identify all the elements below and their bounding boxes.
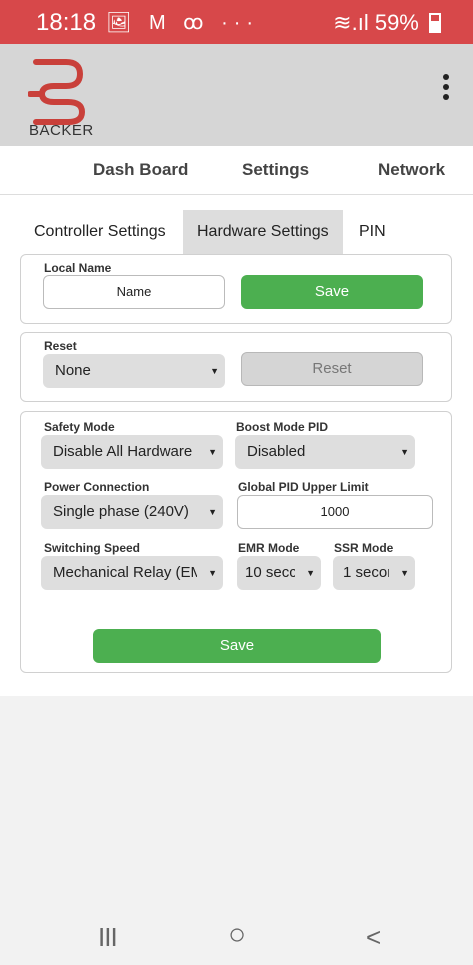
dropdown-arrow-icon: ▼ (400, 568, 409, 578)
ssr-mode-select[interactable]: 1 secor ▼ (333, 556, 415, 590)
dropdown-arrow-icon: ▼ (208, 507, 217, 517)
backer-logo-icon (28, 59, 86, 125)
switching-speed-label: Switching Speed (44, 541, 141, 555)
nav-tabs: Dash Board Settings Network (0, 146, 473, 195)
tab-network[interactable]: Network (378, 160, 445, 180)
ssr-mode-label: SSR Mode (334, 541, 394, 555)
emr-mode-select[interactable]: 10 secc ▼ (237, 556, 321, 590)
safety-mode-value: Disable All Hardware ( (53, 443, 197, 460)
reset-select-value: None (55, 362, 91, 379)
notification-icons: 🖼 M ꝏ ··· (106, 12, 260, 34)
status-bar: 18:18 🖼 M ꝏ ··· ≋.ıl 59% (0, 0, 473, 44)
local-name-input[interactable]: Name (43, 275, 225, 309)
power-connection-value: Single phase (240V) (53, 503, 189, 520)
dropdown-arrow-icon: ▼ (208, 447, 217, 457)
switching-speed-value: Mechanical Relay (EM (53, 564, 197, 581)
brand-name: BACKER (29, 122, 94, 139)
safety-mode-label: Safety Mode (44, 420, 115, 434)
app-bar: BACKER (0, 44, 473, 146)
emr-mode-value: 10 secc (245, 564, 295, 581)
subtab-hardware-settings[interactable]: Hardware Settings (183, 210, 343, 254)
reset-label: Reset (44, 339, 77, 353)
dropdown-arrow-icon: ▼ (400, 447, 409, 457)
reset-card: Reset None ▼ Reset (20, 332, 452, 402)
battery-icon (429, 13, 441, 33)
back-icon[interactable]: < (366, 922, 381, 953)
reset-button[interactable]: Reset (241, 352, 423, 386)
status-right: ≋.ıl 59% (333, 10, 441, 36)
boost-mode-pid-label: Boost Mode PID (236, 420, 328, 434)
power-connection-select[interactable]: Single phase (240V) ▼ (41, 495, 223, 529)
boost-mode-pid-select[interactable]: Disabled ▼ (235, 435, 415, 469)
global-pid-upper-limit-label: Global PID Upper Limit (238, 480, 369, 494)
home-icon[interactable]: ○ (228, 918, 246, 952)
dropdown-arrow-icon: ▼ (306, 568, 315, 578)
global-pid-upper-limit-input[interactable]: 1000 (237, 495, 433, 529)
status-time: 18:18 (36, 9, 97, 36)
subtab-pin[interactable]: PIN (345, 210, 400, 254)
emr-mode-label: EMR Mode (238, 541, 300, 555)
tab-settings[interactable]: Settings (242, 160, 309, 180)
reset-select[interactable]: None ▼ (43, 354, 225, 388)
local-name-save-button[interactable]: Save (241, 275, 423, 309)
hardware-save-button[interactable]: Save (93, 629, 381, 663)
boost-mode-pid-value: Disabled (247, 443, 306, 460)
tab-dashboard[interactable]: Dash Board (93, 160, 188, 180)
power-connection-label: Power Connection (44, 480, 150, 494)
main-content: Dash Board Settings Network Controller S… (0, 146, 473, 696)
more-vert-icon[interactable] (443, 74, 449, 104)
dropdown-arrow-icon: ▼ (210, 366, 219, 376)
recents-icon[interactable]: III (98, 922, 118, 953)
local-name-label: Local Name (44, 261, 112, 275)
safety-mode-select[interactable]: Disable All Hardware ( ▼ (41, 435, 223, 469)
switching-speed-select[interactable]: Mechanical Relay (EM ▼ (41, 556, 223, 590)
battery-level: 59% (374, 10, 419, 35)
subtab-controller-settings[interactable]: Controller Settings (20, 210, 180, 254)
hardware-card: Safety Mode Disable All Hardware ( ▼ Boo… (20, 411, 452, 673)
dropdown-arrow-icon: ▼ (208, 568, 217, 578)
android-nav-bar: III ○ < (0, 908, 473, 965)
local-name-card: Local Name Name Save (20, 254, 452, 324)
wifi-signal-icon: ≋.ıl (333, 10, 369, 35)
ssr-mode-value: 1 secor (343, 564, 389, 581)
